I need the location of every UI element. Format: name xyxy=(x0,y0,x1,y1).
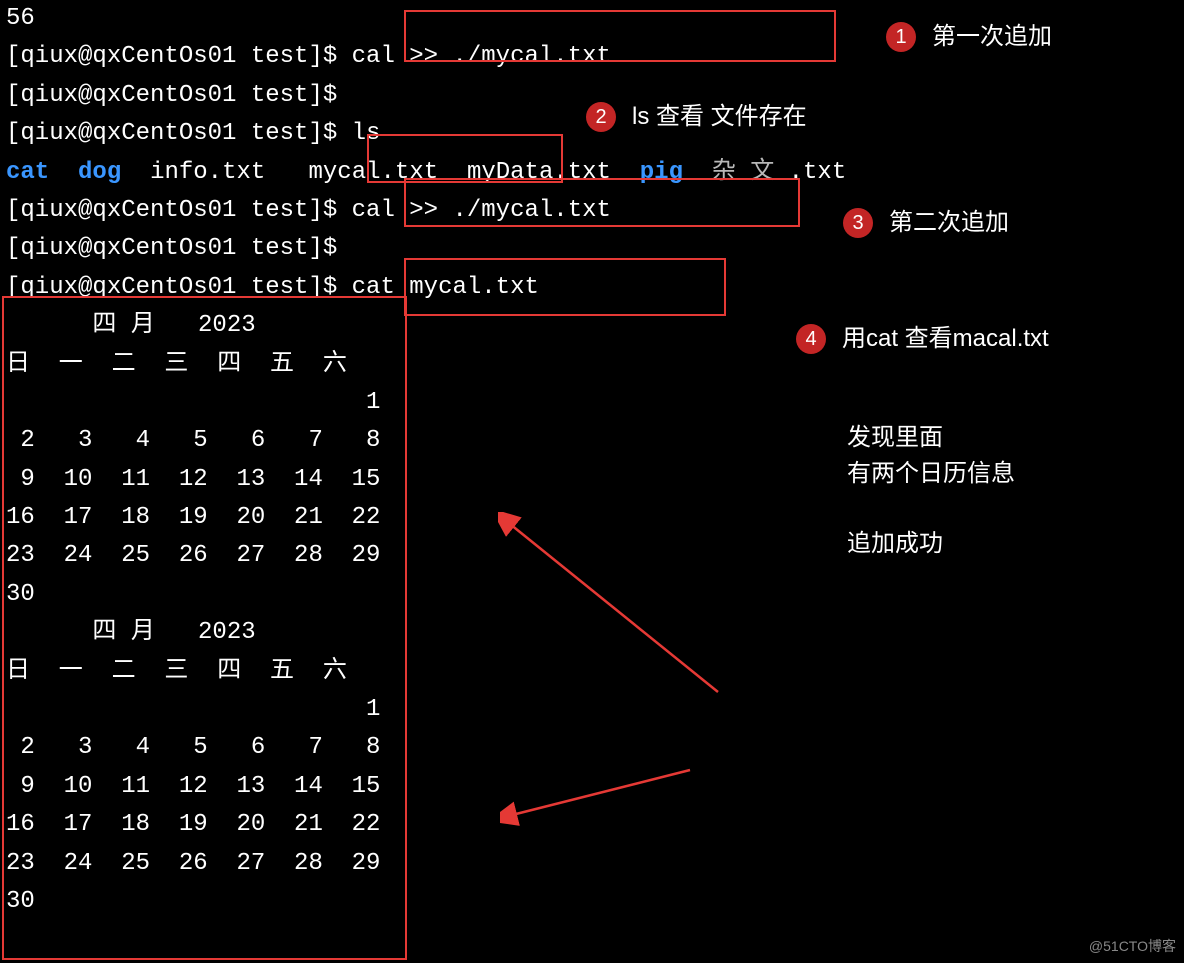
cal1-r3: 16 17 18 19 20 21 22 xyxy=(0,499,1184,537)
file-info: info.txt xyxy=(150,159,265,186)
cmd: cat mycal.txt xyxy=(352,274,539,301)
annotation-2-text: ls 查看 文件存在 xyxy=(632,98,807,136)
annotation-1-text: 第一次追加 xyxy=(932,18,1052,56)
prompt: [qiux@qxCentOs01 test]$ xyxy=(6,235,352,262)
prompt: [qiux@qxCentOs01 test]$ xyxy=(6,82,352,109)
cal1-r5: 30 xyxy=(0,576,1184,614)
file-zawen-ext: .txt xyxy=(789,159,847,186)
file-mycal: mycal.txt xyxy=(309,159,439,186)
annotation-2: 2 ls 查看 文件存在 xyxy=(586,98,807,136)
badge-4-icon: 4 xyxy=(796,324,826,354)
cmd: cal >> ./mycal.txt xyxy=(352,197,611,224)
annotation-3-text: 第二次追加 xyxy=(889,204,1009,242)
annotation-1: 1 第一次追加 xyxy=(886,18,1052,56)
badge-2-icon: 2 xyxy=(586,102,616,132)
prompt: [qiux@qxCentOs01 test]$ xyxy=(6,43,352,70)
file-mydata: myData.txt xyxy=(467,159,611,186)
cal2-r1: 2 3 4 5 6 7 8 xyxy=(0,729,1184,767)
ls-output-line: cat dog info.txt mycal.txt myData.txt pi… xyxy=(0,154,1184,192)
annotation-3: 3 第二次追加 xyxy=(843,204,1009,242)
badge-1-icon: 1 xyxy=(886,22,916,52)
dir-dog: dog xyxy=(78,159,121,186)
cal1-r4: 23 24 25 26 27 28 29 xyxy=(0,537,1184,575)
cal2-r0: 1 xyxy=(0,691,1184,729)
file-zawen-pre: 杂 文 xyxy=(712,159,789,186)
cmd: cal >> ./mycal.txt xyxy=(352,43,611,70)
annotation-4: 4 用cat 查看macal.txt xyxy=(796,320,1049,358)
annotation-block-1: 发现里面 有两个日历信息 xyxy=(847,420,1015,492)
cal2-r3: 16 17 18 19 20 21 22 xyxy=(0,806,1184,844)
prompt: [qiux@qxCentOs01 test]$ xyxy=(6,120,352,147)
cmd: ls xyxy=(352,120,381,147)
watermark: @51CTO博客 xyxy=(1089,935,1176,957)
prompt: [qiux@qxCentOs01 test]$ xyxy=(6,197,352,224)
cal2-title: 四 月 2023 xyxy=(0,614,1184,652)
cal2-r2: 9 10 11 12 13 14 15 xyxy=(0,768,1184,806)
badge-3-icon: 3 xyxy=(843,208,873,238)
cal2-header: 日 一 二 三 四 五 六 xyxy=(0,653,1184,691)
annotation-4-text: 用cat 查看macal.txt xyxy=(842,320,1049,358)
cal2-r4: 23 24 25 26 27 28 29 xyxy=(0,845,1184,883)
annotation-block-2: 追加成功 xyxy=(847,526,943,562)
cal1-r0: 1 xyxy=(0,384,1184,422)
dir-cat: cat xyxy=(6,159,49,186)
dir-pig: pig xyxy=(640,159,683,186)
prompt-line-cat[interactable]: [qiux@qxCentOs01 test]$ cat mycal.txt xyxy=(0,269,1184,307)
prompt: [qiux@qxCentOs01 test]$ xyxy=(6,274,352,301)
cal2-r5: 30 xyxy=(0,883,1184,921)
